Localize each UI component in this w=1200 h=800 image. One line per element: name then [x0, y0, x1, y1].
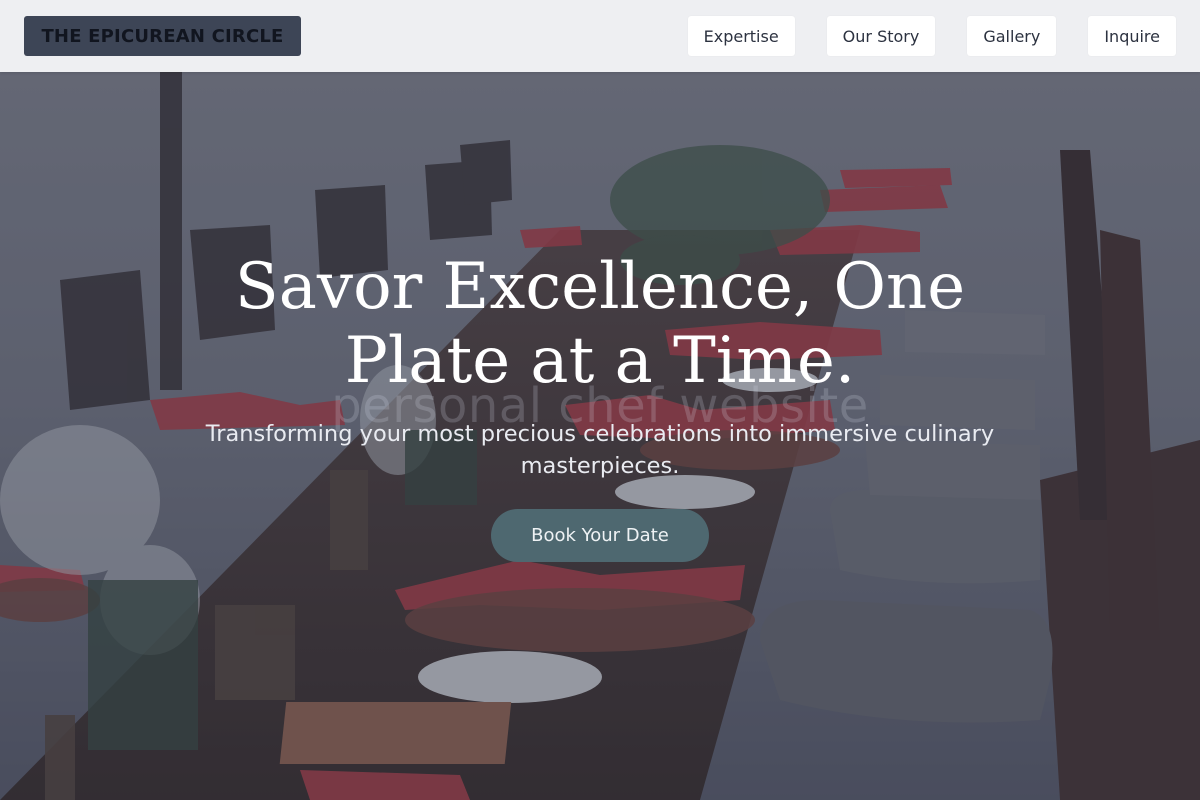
hero-section: personal chef website Savor Excellence, … — [0, 0, 1200, 800]
hero-subtitle: Transforming your most precious celebrat… — [205, 421, 995, 479]
nav-link-our-story[interactable]: Our Story — [826, 16, 936, 56]
nav-link-inquire[interactable]: Inquire — [1088, 16, 1176, 56]
book-your-date-button[interactable]: Book Your Date — [491, 509, 709, 562]
brand-logo[interactable]: THE EPICUREAN CIRCLE — [24, 16, 301, 56]
hero-title: Savor Excellence, One Plate at a Time. — [234, 250, 966, 398]
nav-link-gallery[interactable]: Gallery — [967, 16, 1057, 56]
navbar: THE EPICUREAN CIRCLE Expertise Our Story… — [0, 0, 1200, 72]
nav-link-expertise[interactable]: Expertise — [687, 16, 795, 56]
nav-links: Expertise Our Story Gallery Inquire — [687, 16, 1176, 56]
